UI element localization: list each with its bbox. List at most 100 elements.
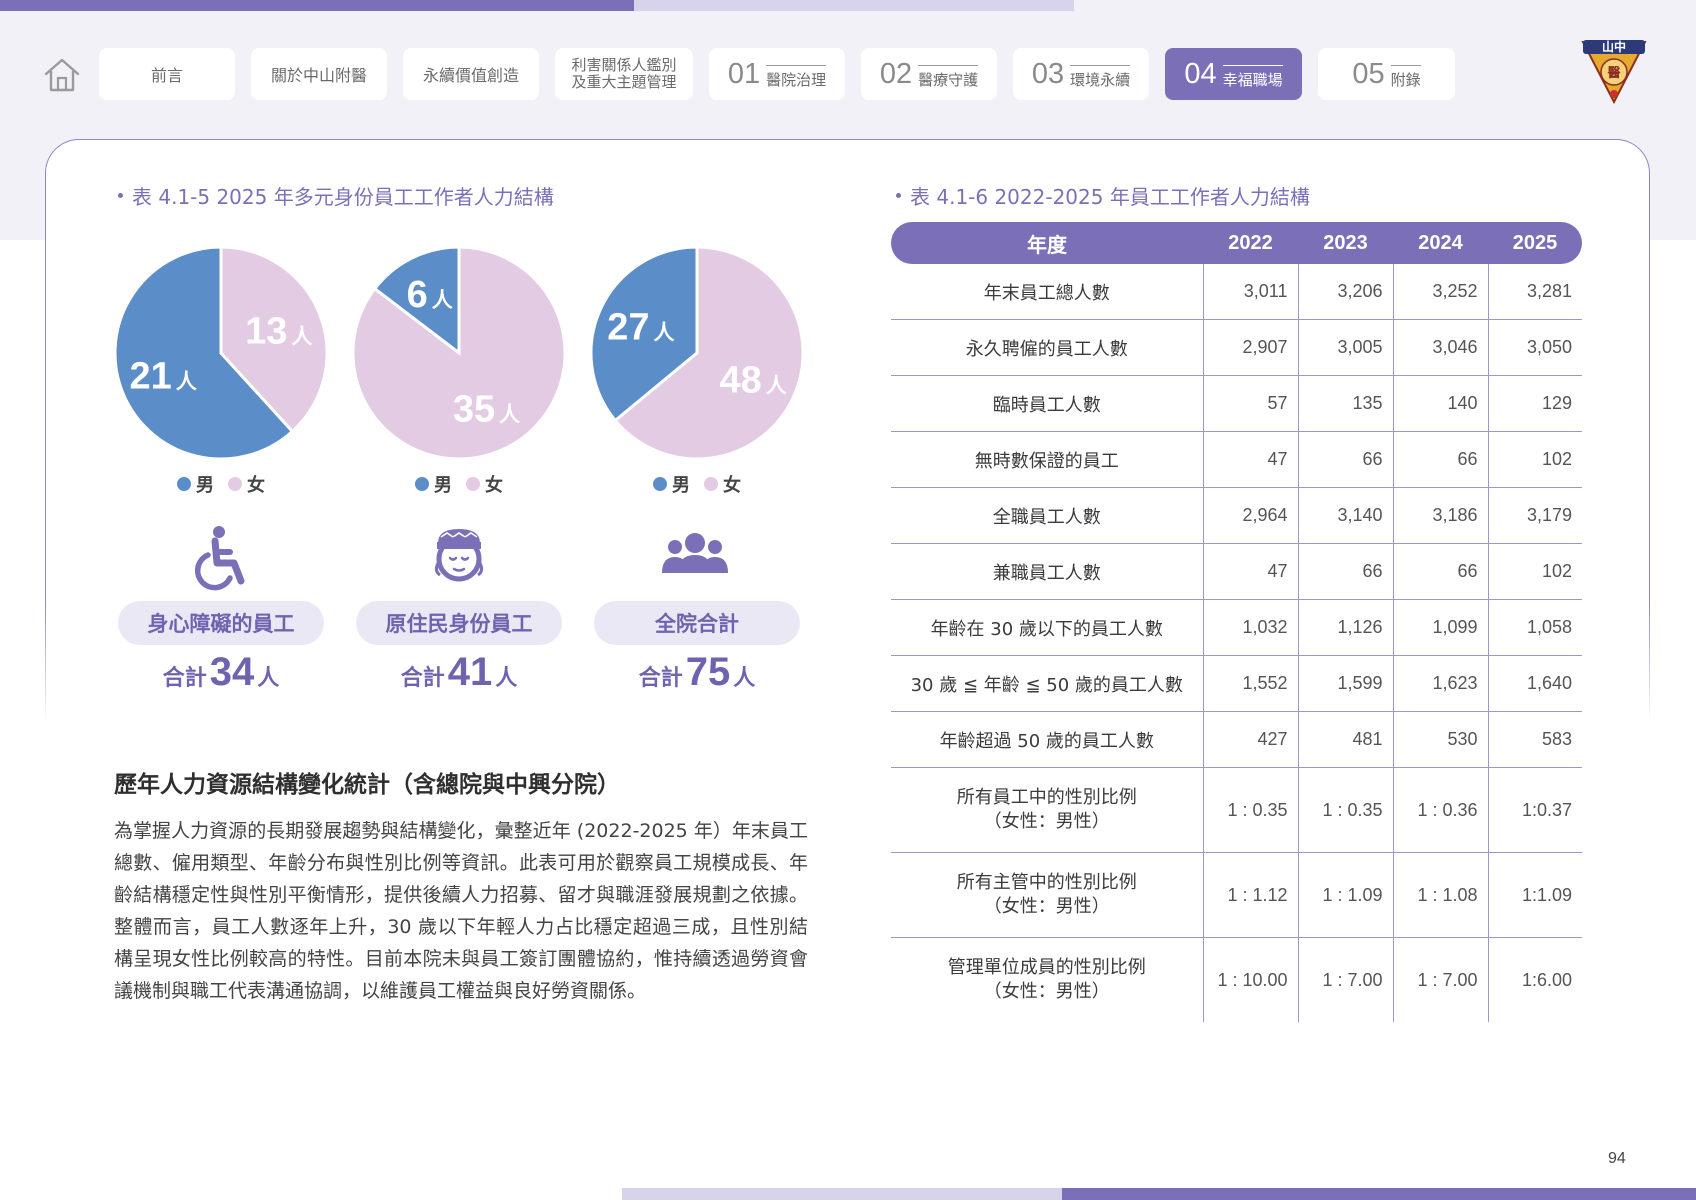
row-label: 兼職員工人數 — [891, 543, 1203, 600]
table-cell: 3,050 — [1487, 319, 1582, 376]
legend-male: 男 — [415, 471, 452, 497]
group-name: 身心障礙的員工 — [147, 612, 295, 636]
tab-stakeholders[interactable]: 利害關係人鑑別 及重大主題管理 — [555, 48, 693, 100]
group-total-disabled: 合計34 人 — [118, 650, 324, 695]
table-cell: 1:6.00 — [1487, 937, 1582, 1022]
row-label: 無時數保證的員工 — [891, 431, 1203, 488]
tab-number: 01 — [727, 57, 761, 90]
tab-about[interactable]: 關於中山附醫 — [251, 48, 387, 100]
pie-label-unit: 人 — [291, 325, 312, 349]
tab-05-appendix[interactable]: 05 附錄 — [1318, 48, 1455, 100]
table-cell: 3,011 — [1202, 264, 1298, 320]
pie-label-value: 6 — [407, 274, 428, 316]
total-prefix: 合計 — [162, 666, 207, 691]
legend-swatch — [466, 477, 480, 491]
row-label-text: 臨時員工人數 — [992, 394, 1101, 416]
table-row: 無時數保證的員工 47 66 66 102 — [891, 431, 1582, 488]
tab-01-governance[interactable]: 01 醫院治理 — [709, 48, 845, 100]
tab-label: 附錄 — [1390, 64, 1421, 90]
legend-label: 女 — [485, 475, 503, 496]
logo-text: 山中 — [1602, 39, 1626, 54]
section-paragraph: 為掌握人力資源的長期發展趨勢與結構變化，彙整近年 (2022-2025 年）年末… — [114, 820, 808, 1002]
legend-swatch — [228, 477, 242, 491]
home-icon[interactable] — [42, 55, 82, 95]
group-total-indigenous: 合計41 人 — [356, 650, 562, 695]
total-unit: 人 — [733, 666, 756, 691]
row-label: 年齡超過 50 歲的員工人數 — [891, 711, 1203, 768]
legend-female: 女 — [228, 471, 265, 497]
legend-label: 男 — [672, 475, 690, 496]
table-cell: 3,140 — [1297, 487, 1393, 544]
table-cell: 1,640 — [1487, 655, 1582, 712]
total-prefix: 合計 — [400, 666, 445, 691]
legend-female: 女 — [466, 471, 503, 497]
legend-swatch — [653, 477, 667, 491]
table-body: 年末員工總人數 3,011 3,206 3,252 3,281 永久聘僱的員工人數 2,90… — [891, 264, 1582, 1022]
table-cell: 1 : 7.00 — [1297, 937, 1393, 1022]
tab-sustainable-value[interactable]: 永續價值創造 — [403, 48, 539, 100]
hospital-logo: 山中 醫 — [1581, 39, 1647, 105]
table-cell: 47 — [1202, 543, 1298, 600]
group-total-all: 合計75 人 — [594, 650, 800, 695]
pie-label-value: 21 — [130, 355, 172, 397]
tab-preface[interactable]: 前言 — [99, 48, 235, 100]
table-cell: 2,907 — [1202, 319, 1298, 376]
row-label-sub: （女性：男性） — [983, 811, 1110, 832]
table-cell: 3,281 — [1487, 264, 1582, 320]
total-prefix: 合計 — [638, 666, 683, 691]
table-cell: 1:0.37 — [1487, 767, 1582, 853]
table-cell: 3,206 — [1297, 264, 1393, 320]
row-label-text: 永久聘僱的員工人數 — [965, 338, 1128, 360]
group-label-all: 全院合計 — [594, 601, 800, 645]
pie-chart-all: 27 人48 人 — [589, 245, 805, 461]
table-row: 永久聘僱的員工人數 2,907 3,005 3,046 3,050 — [891, 319, 1582, 376]
tab-label: 永續價值創造 — [422, 66, 519, 85]
pie-chart-disabled: 21 人13 人 — [113, 245, 329, 461]
row-label-text: 所有員工中的性別比例 — [956, 787, 1137, 808]
table-row: 臨時員工人數 57 135 140 129 — [891, 375, 1582, 432]
legend-label: 男 — [434, 475, 452, 496]
table-cell: 1 : 0.35 — [1202, 767, 1298, 853]
table-row: 所有主管中的性別比例 （女性：男性） 1 : 1.12 1 : 1.09 1 : 1.0… — [891, 852, 1582, 938]
table-header-row: 年度 2022 2023 2024 2025 — [891, 222, 1582, 264]
tab-label: 幸福職場 — [1222, 64, 1283, 90]
table-row: 年末員工總人數 3,011 3,206 3,252 3,281 — [891, 264, 1582, 320]
table-cell: 3,046 — [1392, 319, 1488, 376]
table-cell: 1,126 — [1297, 599, 1393, 656]
pie-label-unit: 人 — [499, 403, 520, 427]
top-accent-bar — [0, 0, 634, 11]
wheelchair-icon — [194, 526, 245, 591]
row-label-sub: （女性：男性） — [983, 896, 1110, 917]
tab-label: 醫院治理 — [766, 64, 827, 90]
tab-02-medical-care[interactable]: 02 醫療守護 — [861, 48, 997, 100]
tab-03-environment[interactable]: 03 環境永續 — [1013, 48, 1149, 100]
legend-label: 女 — [247, 475, 265, 496]
table-cell: 1 : 0.36 — [1392, 767, 1488, 853]
bottom-accent-bar — [1062, 1188, 1696, 1200]
table-cell: 47 — [1202, 431, 1298, 488]
row-label-sub: （女性：男性） — [983, 981, 1110, 1002]
table-cell: 1,623 — [1392, 655, 1488, 712]
pie-label-value: 13 — [245, 311, 287, 353]
tab-number: 05 — [1352, 57, 1385, 90]
table-cell: 481 — [1297, 711, 1393, 768]
table-cell: 1,058 — [1487, 599, 1582, 656]
top-accent-bar-light — [634, 0, 1074, 11]
table-row: 兼職員工人數 47 66 66 102 — [891, 543, 1582, 600]
legend-male: 男 — [653, 471, 690, 497]
tab-label: 關於中山附醫 — [270, 66, 367, 85]
tab-04-workplace[interactable]: 04 幸福職場 — [1165, 48, 1302, 100]
table-cell: 1 : 7.00 — [1392, 937, 1488, 1022]
legend-swatch — [177, 477, 191, 491]
pie-label-value: 35 — [453, 389, 495, 431]
group-name: 原住民身份員工 — [385, 612, 533, 636]
pie-label-value: 48 — [719, 359, 761, 401]
header-2024: 2024 — [1393, 222, 1488, 264]
pie-label-unit: 人 — [432, 288, 453, 312]
row-label-text: 年末員工總人數 — [983, 282, 1110, 304]
legend-label: 女 — [723, 475, 741, 496]
legend-female: 女 — [704, 471, 741, 497]
tab-number: 02 — [879, 57, 913, 90]
legend-label: 男 — [196, 475, 214, 496]
row-label: 管理單位成員的性別比例 （女性：男性） — [891, 937, 1203, 1022]
